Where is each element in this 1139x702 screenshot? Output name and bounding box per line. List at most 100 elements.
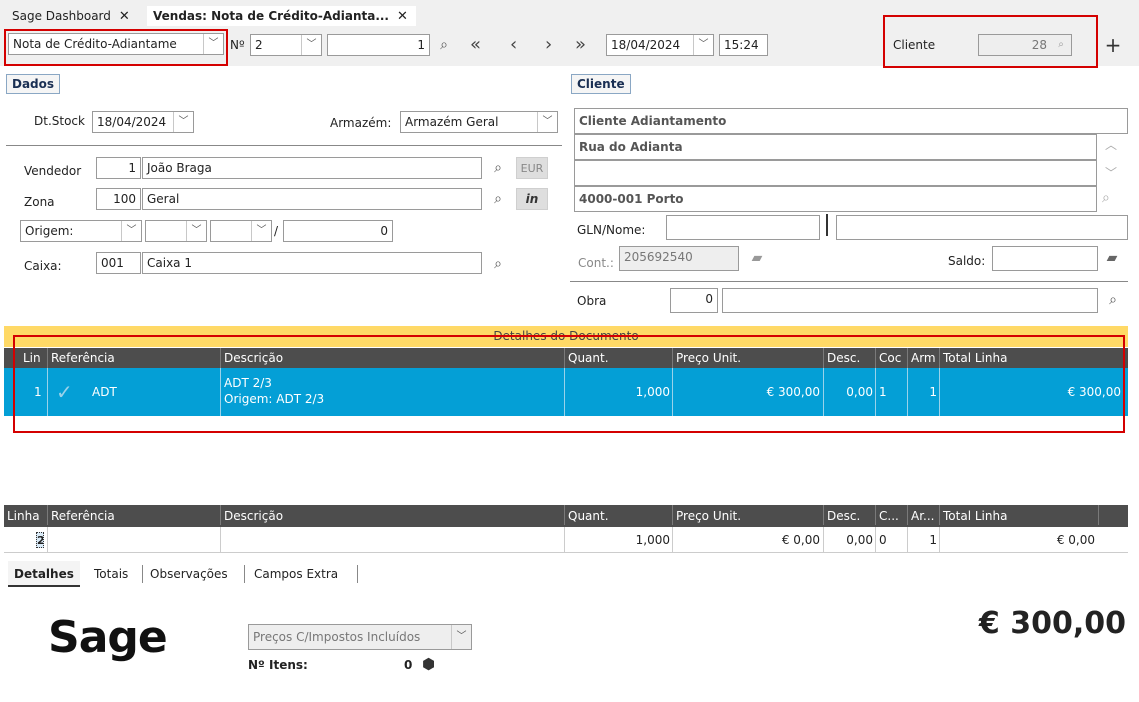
chevron-up-icon[interactable]: ︿ (1105, 136, 1117, 153)
vendedor-code-value: 1 (128, 161, 136, 175)
row-total: € 300,00 (1067, 385, 1121, 399)
origem-number-input[interactable]: 0 (283, 220, 393, 242)
currency-button[interactable]: EUR (516, 157, 548, 179)
itens-value: 0 (404, 658, 413, 672)
map-icon[interactable]: in (516, 188, 548, 210)
divider (357, 565, 358, 583)
caixa-code-input[interactable]: 001 (96, 252, 141, 274)
col-header-desc[interactable]: Desc. (823, 348, 860, 368)
chevron-down-icon[interactable]: ﹀ (451, 625, 471, 649)
next-record-icon[interactable]: › (545, 34, 552, 55)
new-line-linha[interactable]: 2 (36, 532, 44, 548)
search-icon[interactable]: ⌕ (487, 157, 509, 179)
col-header-linha[interactable]: Linha (4, 505, 40, 525)
search-icon[interactable]: ⌕ (433, 34, 455, 56)
col-header-ar[interactable]: Ar... (907, 505, 939, 525)
col-header-quant[interactable]: Quant. (564, 505, 609, 525)
search-icon[interactable]: ⌕ (1102, 190, 1110, 206)
search-icon[interactable]: ⌕ (487, 253, 509, 275)
zona-name-input[interactable]: Geral (142, 188, 482, 210)
origem-select[interactable]: Origem: ﹀ (20, 220, 142, 242)
cliente-name-input[interactable]: Cliente Adiantamento (574, 108, 1128, 134)
chevron-down-icon[interactable]: ﹀ (693, 35, 713, 55)
col-header-total[interactable]: Total Linha (939, 505, 1007, 525)
col-header-lin[interactable]: Lin (20, 348, 41, 368)
vendedor-code-input[interactable]: 1 (96, 157, 141, 179)
search-icon[interactable]: ⌕ (487, 188, 509, 210)
chevron-down-icon[interactable]: ﹀ (1105, 164, 1117, 181)
col-header-referencia[interactable]: Referência (47, 505, 115, 525)
search-icon[interactable]: ⌕ (1051, 35, 1071, 55)
table-row[interactable]: 1 ✓ ADT ADT 2/3 Origem: ADT 2/3 1,000 € … (4, 368, 1128, 416)
nome-input[interactable] (836, 215, 1128, 240)
contribuinte-input[interactable]: 205692540 (619, 246, 739, 271)
itens-label: Nº Itens: (248, 658, 308, 672)
close-icon[interactable]: ✕ (397, 9, 408, 24)
precos-select[interactable]: Preços C/Impostos Incluídos ﹀ (248, 624, 472, 650)
tab-sage-dashboard[interactable]: Sage Dashboard ✕ (6, 6, 130, 26)
new-line-row[interactable]: 2 1,000 € 0,00 0,00 0 1 € 0,00 (4, 527, 1128, 553)
add-icon[interactable]: + (1102, 33, 1124, 57)
search-icon[interactable]: ⌕ (1102, 289, 1124, 311)
serie-select[interactable]: 2 ﹀ (250, 34, 322, 56)
vendedor-name-input[interactable]: João Braga (142, 157, 482, 179)
caixa-name-input[interactable]: Caixa 1 (142, 252, 482, 274)
card-icon[interactable]: ▰ (746, 247, 768, 269)
chevron-down-icon[interactable]: ﹀ (251, 221, 271, 241)
armazem-select[interactable]: Armazém Geral ﹀ (400, 111, 558, 133)
tab-totais[interactable]: Totais (94, 561, 128, 587)
cliente-input[interactable]: 28 ⌕ (978, 34, 1072, 56)
chevron-down-icon[interactable]: ﹀ (173, 112, 193, 132)
origem-doc-select[interactable]: ﹀ (145, 220, 207, 242)
last-record-icon[interactable]: » (575, 34, 586, 55)
divider (826, 214, 828, 236)
tab-campos-extra[interactable]: Campos Extra (254, 561, 338, 587)
tab-nota-credito[interactable]: Vendas: Nota de Crédito-Adianta... ✕ (147, 6, 416, 26)
divider (244, 565, 245, 583)
doc-type-select[interactable]: Nota de Crédito-Adiantame ﹀ (8, 33, 224, 55)
origem-serie-select[interactable]: ﹀ (210, 220, 272, 242)
doc-number-value: 1 (417, 38, 425, 52)
chevron-down-icon[interactable]: ﹀ (537, 112, 557, 132)
precos-value: Preços C/Impostos Incluídos (253, 630, 421, 644)
time-input[interactable]: 15:24 (719, 34, 768, 56)
col-header-referencia[interactable]: Referência (47, 348, 115, 368)
col-header-descricao[interactable]: Descrição (220, 505, 283, 525)
first-record-icon[interactable]: « (470, 34, 481, 55)
postal-input[interactable]: 4000-001 Porto (574, 186, 1097, 212)
saldo-input[interactable] (992, 246, 1098, 271)
col-header-descricao[interactable]: Descrição (220, 348, 283, 368)
previous-record-icon[interactable]: ‹ (510, 34, 517, 55)
caixa-code-value: 001 (101, 256, 124, 270)
col-header-c[interactable]: C... (875, 505, 907, 525)
tab-detalhes[interactable]: Detalhes (8, 561, 80, 587)
col-header-preco[interactable]: Preço Unit. (672, 505, 741, 525)
date-value: 18/04/2024 (611, 38, 681, 52)
card-icon[interactable]: ▰ (1101, 247, 1123, 269)
col-header-desc[interactable]: Desc. (823, 505, 860, 525)
obra-name-input[interactable] (722, 288, 1098, 313)
zona-code-input[interactable]: 100 (96, 188, 141, 210)
chevron-down-icon[interactable]: ﹀ (301, 35, 321, 55)
col-header-total[interactable]: Total Linha (939, 348, 1007, 368)
obra-code-input[interactable]: 0 (670, 288, 718, 313)
chevron-down-icon[interactable]: ﹀ (121, 221, 141, 241)
col-header-quant[interactable]: Quant. (564, 348, 609, 368)
address-line2-input[interactable] (574, 160, 1097, 186)
check-icon: ✓ (56, 380, 73, 404)
gln-input[interactable] (666, 215, 820, 240)
new-line-total: € 0,00 (1056, 533, 1095, 547)
address-line1-input[interactable]: Rua do Adianta (574, 134, 1097, 160)
chevron-down-icon[interactable]: ﹀ (186, 221, 206, 241)
date-picker[interactable]: 18/04/2024 ﹀ (606, 34, 714, 56)
col-header-coc[interactable]: Coc (875, 348, 907, 368)
chevron-down-icon[interactable]: ﹀ (203, 34, 223, 54)
doc-number-input[interactable]: 1 (327, 34, 430, 56)
col-header-preco[interactable]: Preço Unit. (672, 348, 741, 368)
col-header-arm[interactable]: Arm (907, 348, 939, 368)
close-icon[interactable]: ✕ (119, 9, 130, 24)
section-detalhes-documento: Detalhes do Documento (4, 326, 1128, 347)
dt-stock-picker[interactable]: 18/04/2024 ﹀ (92, 111, 194, 133)
section-dados: Dados (6, 74, 61, 94)
tab-observacoes[interactable]: Observações (150, 561, 228, 587)
